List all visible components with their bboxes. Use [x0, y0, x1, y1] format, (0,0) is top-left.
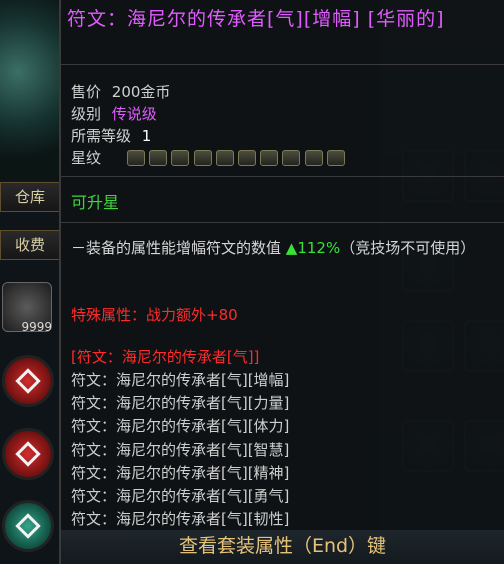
set-item: 符文：海尼尔的传承者[气][智慧] [71, 440, 290, 459]
set-item: 符文：海尼尔的传承者[气][韧性] [71, 510, 290, 529]
view-set-attributes-hint[interactable]: 查看套装属性（End）键 [61, 530, 504, 564]
set-item: 符文：海尼尔的传承者[气][精神] [71, 463, 290, 482]
set-title: [符文：海尼尔的传承者[气]] [71, 348, 260, 366]
level-value: 1 [141, 127, 152, 145]
price-row: 售价 200金币 [71, 82, 170, 102]
level-row: 所需等级 1 [71, 126, 151, 146]
star-slot [326, 150, 345, 166]
set-item-list: 符文：海尼尔的传承者[气][增幅] 符文：海尼尔的传承者[气][力量] 符文：海… [71, 369, 289, 531]
item-title: 符文：海尼尔的传承者[气][增幅] [华丽的] [67, 8, 445, 30]
star-slot [127, 150, 145, 166]
star-label: 星纹 [71, 149, 102, 167]
fee-tab[interactable]: 收费 [0, 230, 60, 260]
skill-icon[interactable] [2, 355, 54, 407]
set-item: 符文：海尼尔的传承者[气][勇气] [71, 487, 290, 506]
item-count: 9999 [21, 320, 52, 334]
star-slot [304, 150, 323, 166]
effect-value: ▲112% [285, 239, 341, 257]
price-label: 售价 [71, 83, 102, 101]
effect-description: －装备的属性能增幅符文的数值 ▲112%（竞技场不可使用） [71, 236, 476, 261]
skill-icon[interactable] [2, 428, 54, 480]
effect-prefix: －装备的属性能增幅符文的数值 [71, 239, 286, 257]
star-slot [282, 150, 301, 166]
star-slot [215, 150, 234, 166]
upgradeable-label: 可升星 [71, 193, 120, 212]
star-slot [171, 150, 190, 166]
price-value: 200金币 [111, 83, 171, 101]
character-artwork [0, 0, 60, 180]
star-slot [193, 150, 212, 166]
star-row: 星纹 [71, 148, 371, 168]
warehouse-tab[interactable]: 仓库 [0, 182, 60, 212]
level-label: 所需等级 [71, 127, 132, 145]
star-slot [260, 150, 279, 166]
item-tooltip: 符文：海尼尔的传承者[气][增幅] [华丽的] 售价 200金币 级别 传说级 … [59, 0, 504, 564]
rank-label: 级别 [71, 105, 102, 123]
effect-suffix: （竞技场不可使用） [340, 239, 476, 257]
rank-row: 级别 传说级 [71, 104, 157, 124]
divider [61, 222, 504, 223]
special-attribute: 特殊属性：战力额外+80 [71, 306, 238, 324]
set-item: 符文：海尼尔的传承者[气][增幅] [71, 371, 290, 389]
rank-value: 传说级 [111, 105, 157, 123]
star-slot [149, 150, 168, 166]
set-item: 符文：海尼尔的传承者[气][体力] [71, 417, 290, 436]
set-item: 符文：海尼尔的传承者[气][力量] [71, 394, 290, 413]
skill-icon[interactable] [2, 500, 54, 552]
divider [61, 64, 504, 65]
star-slot [238, 150, 256, 166]
divider [61, 176, 504, 177]
